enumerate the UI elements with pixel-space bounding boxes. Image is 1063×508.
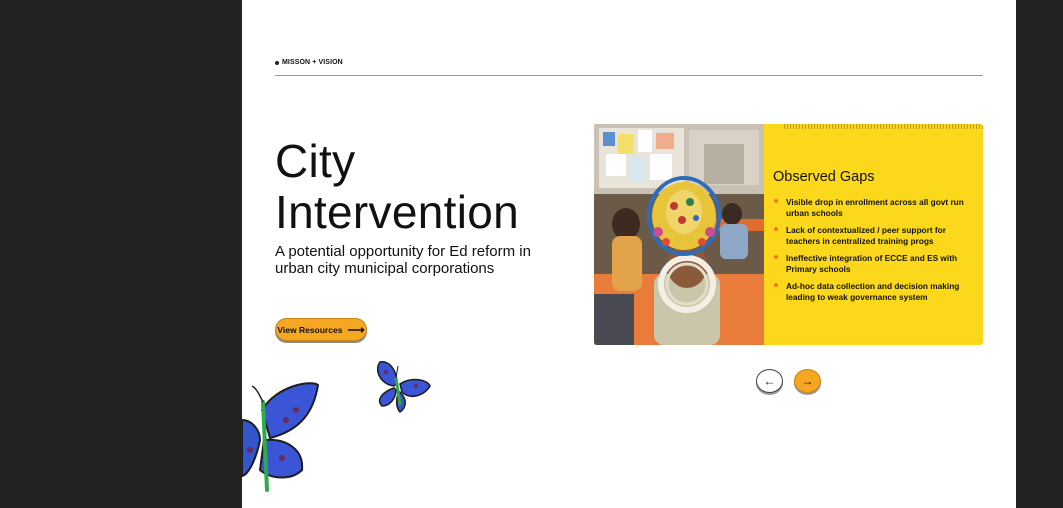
arrow-left-icon: ← — [763, 374, 776, 388]
gaps-card: Observed Gaps Visible drop in enrollment… — [594, 124, 983, 345]
gaps-list: Visible drop in enrollment across all go… — [773, 197, 978, 309]
view-resources-label: View Resources — [277, 324, 343, 335]
hero-title: City Intervention — [275, 136, 519, 238]
speckle-texture — [784, 124, 983, 129]
arrow-right-icon: ⟶ — [347, 322, 365, 337]
carousel-prev-button[interactable]: ← — [756, 369, 783, 393]
gap-item: Visible drop in enrollment across all go… — [773, 197, 978, 218]
carousel-next-button[interactable]: → — [794, 369, 821, 393]
arrow-right-icon: → — [801, 374, 814, 388]
hero-subtitle: A potential opportunity for Ed reform in… — [275, 243, 531, 277]
gaps-title: Observed Gaps — [773, 169, 875, 185]
hero-title-line2: Intervention — [275, 186, 519, 238]
view-resources-button[interactable]: View Resources ⟶ — [275, 318, 367, 341]
page: MISSON + VISION City Intervention A pote… — [242, 0, 1016, 508]
section-label: MISSON + VISION — [275, 59, 343, 66]
butterfly-small-icon — [376, 361, 431, 413]
gap-item: Ad-hoc data collection and decision maki… — [773, 281, 978, 302]
hero-title-line1: City — [275, 135, 356, 187]
bullet-dot-icon — [275, 60, 279, 65]
classroom-photo — [594, 124, 764, 345]
section-label-text: MISSON + VISION — [282, 59, 343, 66]
observed-gaps-panel: Observed Gaps Visible drop in enrollment… — [764, 124, 983, 345]
divider — [275, 75, 983, 76]
butterfly-large-icon — [242, 382, 320, 492]
gap-item: Lack of contextualized / peer support fo… — [773, 225, 978, 246]
gap-item: Ineffective integration of ECCE and ES w… — [773, 253, 978, 274]
